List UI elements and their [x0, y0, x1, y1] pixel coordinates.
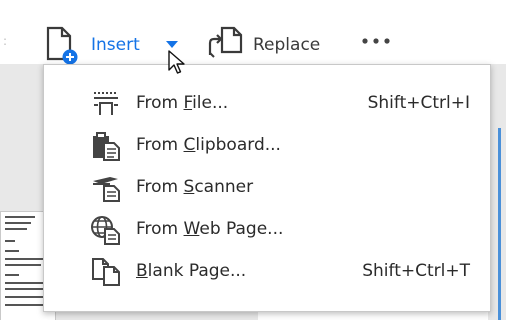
- thumbnail-text-line: [5, 240, 15, 242]
- menu-item-from-web-page[interactable]: From Web Page...: [44, 209, 490, 249]
- mouse-cursor-icon: [168, 50, 185, 74]
- thumbnail-text-line: [5, 250, 19, 252]
- toolbar-separator: :: [3, 34, 8, 48]
- menu-item-label: Blank Page...: [136, 261, 247, 281]
- toolbar: : Insert Replace: [0, 0, 506, 66]
- menu-item-from-clipboard[interactable]: From Clipboard...: [44, 125, 490, 165]
- thumbnail-text-line: [5, 216, 35, 218]
- insert-dropdown-menu: From File... Shift+Ctrl+I From Clipboard…: [43, 64, 491, 312]
- thumbnail-text-line: [5, 222, 31, 224]
- clipboard-icon: [93, 132, 120, 161]
- thumbnail-text-line: [5, 264, 41, 266]
- thumbnail-text-line: [5, 228, 27, 230]
- insert-dropdown-caret-icon[interactable]: [166, 41, 178, 49]
- thumbnail-text-line: [5, 304, 47, 306]
- more-options-icon[interactable]: [360, 36, 394, 46]
- thumbnail-text-line: [5, 282, 47, 284]
- web-page-icon: [91, 216, 120, 245]
- insert-pages-icon: [46, 26, 78, 65]
- scanner-icon: [93, 177, 120, 202]
- menu-item-label: From Clipboard...: [136, 135, 281, 155]
- thumbnail-text-line: [5, 258, 45, 260]
- menu-item-shortcut: Shift+Ctrl+T: [362, 261, 470, 281]
- page-selection-edge: [498, 128, 501, 320]
- blank-page-icon: [92, 258, 120, 286]
- menu-item-from-file[interactable]: From File... Shift+Ctrl+I: [44, 83, 490, 123]
- menu-item-label: From Web Page...: [136, 219, 284, 239]
- menu-item-from-scanner[interactable]: From Scanner: [44, 167, 490, 207]
- thumbnail-text-line: [5, 274, 19, 276]
- menu-item-shortcut: Shift+Ctrl+I: [367, 93, 470, 113]
- insert-pages-button[interactable]: [44, 24, 82, 66]
- replace-pages-icon[interactable]: [207, 25, 247, 61]
- menu-item-label: From File...: [136, 93, 229, 113]
- thumbnail-text-line: [5, 288, 43, 290]
- menu-item-blank-page[interactable]: Blank Page... Shift+Ctrl+T: [44, 251, 490, 291]
- from-file-icon: [94, 92, 118, 115]
- menu-item-label: From Scanner: [136, 177, 254, 197]
- thumbnail-text-line: [5, 296, 45, 298]
- replace-button-label[interactable]: Replace: [253, 34, 320, 56]
- insert-button-label[interactable]: Insert: [91, 34, 140, 56]
